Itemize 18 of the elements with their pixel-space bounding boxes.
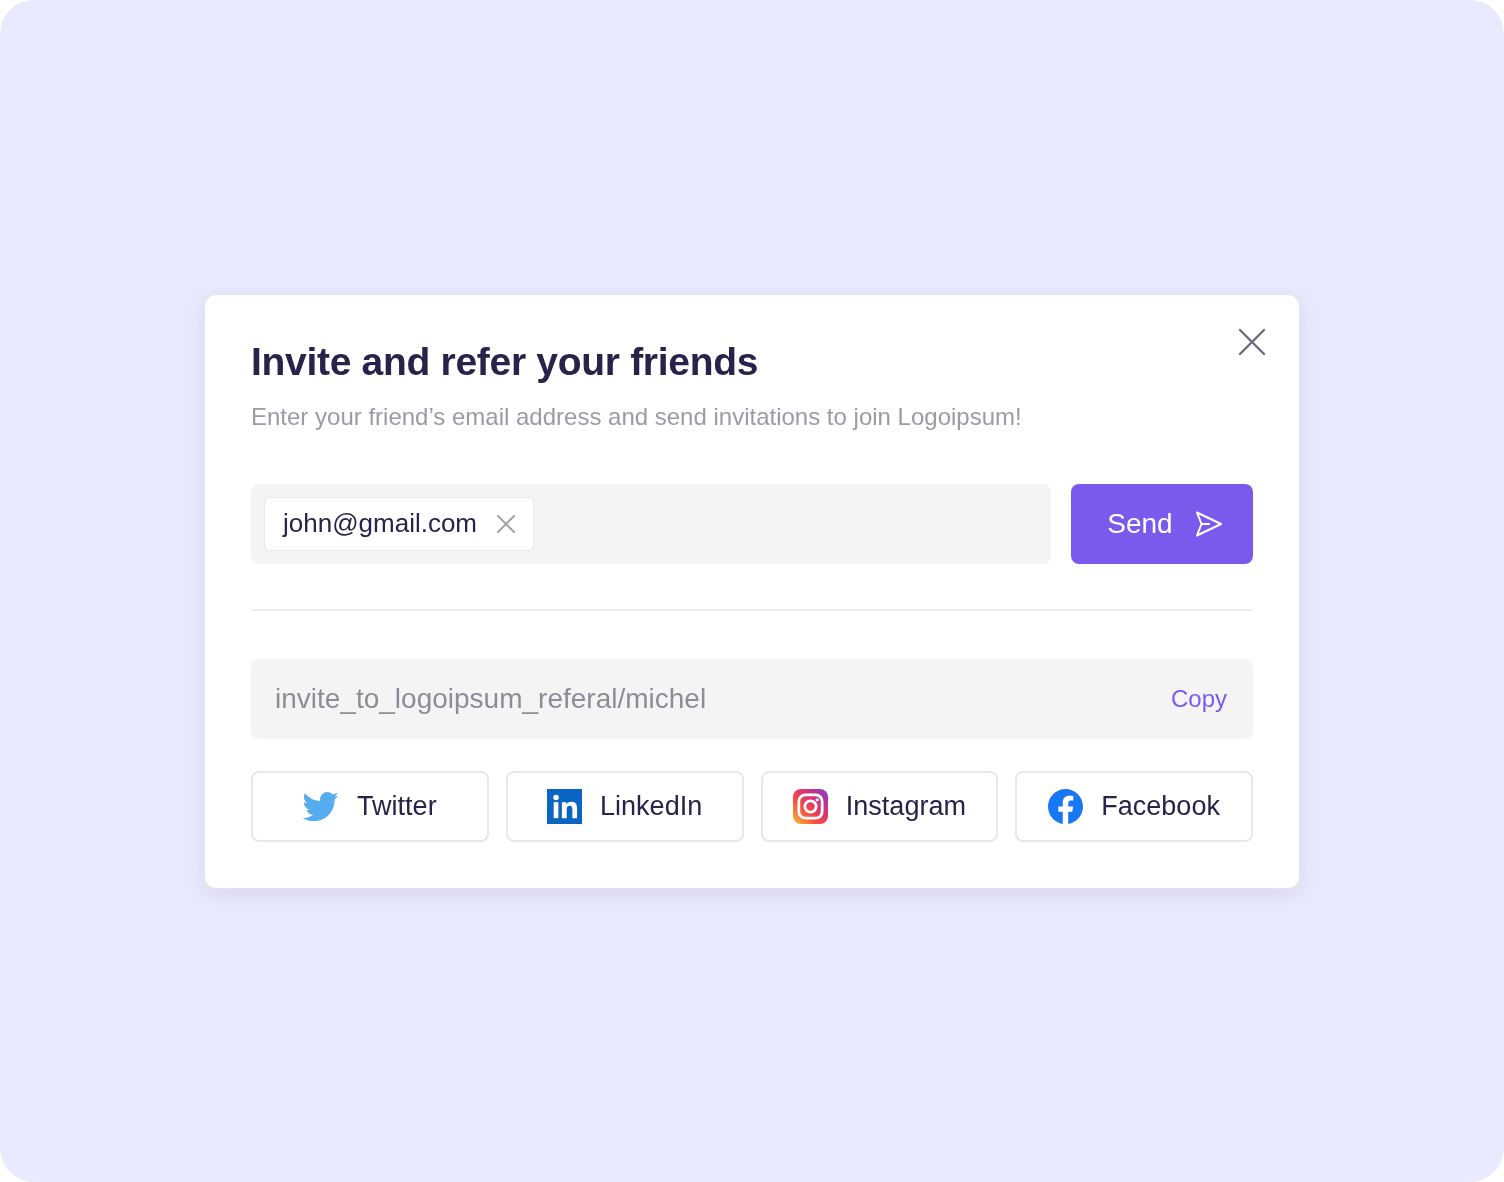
twitter-icon [303, 791, 340, 821]
copy-button[interactable]: Copy [1170, 684, 1227, 713]
send-icon [1194, 509, 1223, 538]
dialog-subtitle: Enter your friend’s email address and send invitations to join Logoipsum! [251, 401, 1022, 432]
share-button[interactable]: Facebook [1015, 770, 1253, 842]
dialog-title: Invite and refer your friends [251, 338, 759, 385]
share-button[interactable]: LinkedIn [505, 770, 744, 842]
close-button[interactable] [1237, 326, 1267, 357]
share-button[interactable]: Instagram [760, 770, 999, 842]
facebook-icon [1048, 788, 1084, 824]
referral-link-text: invite_to_logoipsum_referal/michel [275, 682, 707, 715]
email-input-field[interactable]: john@gmail.com [251, 483, 1051, 564]
send-button[interactable]: Send [1071, 483, 1253, 564]
close-icon [1237, 326, 1267, 357]
linkedin-icon [547, 788, 583, 824]
share-button[interactable]: Twitter [251, 770, 489, 842]
email-chip-text: john@gmail.com [283, 508, 478, 539]
instagram-icon [792, 788, 828, 824]
